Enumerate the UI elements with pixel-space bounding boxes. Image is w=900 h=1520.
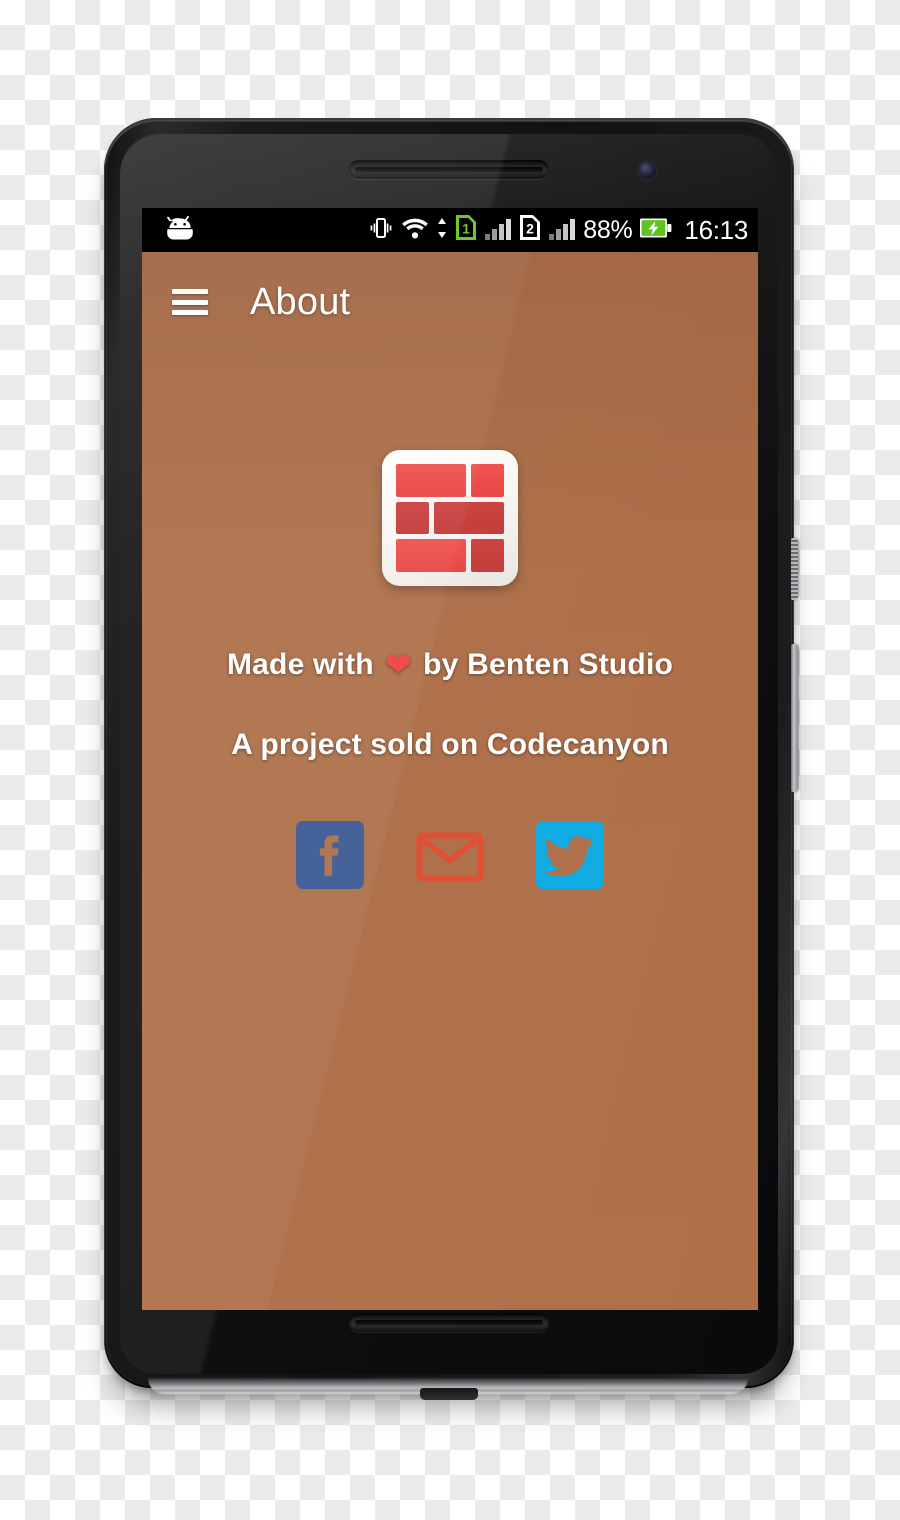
sim1-icon: 1 [455, 214, 477, 246]
email-envelope-icon[interactable] [415, 820, 485, 890]
twitter-bird-icon[interactable] [535, 820, 605, 890]
brick-wall-app-logo [382, 450, 518, 586]
about-screen: About Made with ❤ by Benten Studio A pro… [142, 252, 758, 1310]
brick [433, 501, 504, 535]
menu-bar-1 [172, 289, 208, 294]
android-robot-icon [164, 215, 196, 245]
volume-rocker-button[interactable] [791, 538, 798, 600]
menu-bar-3 [172, 310, 208, 315]
brick [396, 501, 429, 535]
about-content: Made with ❤ by Benten Studio A project s… [142, 450, 758, 890]
page-title: About [250, 280, 351, 323]
svg-text:2: 2 [526, 220, 534, 236]
credit-line: Made with ❤ by Benten Studio [142, 648, 758, 682]
bottom-speaker-slot [355, 1320, 543, 1325]
social-links-row [142, 820, 758, 890]
svg-text:1: 1 [462, 220, 470, 236]
android-status-bar: 1 2 88% 16:13 [142, 208, 758, 252]
credit-prefix-label: Made with [226, 648, 374, 681]
brick [396, 539, 467, 572]
power-button[interactable] [791, 644, 798, 792]
battery-percent-label: 88% [583, 215, 633, 244]
front-camera-icon [639, 162, 656, 179]
logo-brick-row [396, 464, 504, 497]
bottom-speaker-grille [349, 1313, 549, 1332]
heart-icon: ❤ [385, 649, 412, 682]
sim1-signal-bars-icon [484, 215, 512, 246]
battery-charging-icon [639, 216, 673, 245]
brick [471, 464, 504, 497]
phone-usb-port [420, 1388, 478, 1400]
menu-bar-2 [172, 299, 208, 305]
credit-suffix-label: by Benten Studio [423, 648, 674, 681]
facebook-icon[interactable] [295, 820, 365, 890]
earpiece-speaker-grille [349, 160, 549, 179]
hamburger-menu-icon[interactable] [172, 289, 208, 315]
wifi-icon [401, 216, 429, 245]
data-updown-arrows-icon [436, 215, 448, 246]
vibrate-mode-icon [368, 215, 394, 246]
status-bar-clock: 16:13 [684, 215, 748, 245]
brick [396, 464, 467, 497]
sim2-signal-bars-icon [548, 215, 576, 246]
app-toolbar: About [142, 252, 758, 352]
project-info-label: A project sold on Codecanyon [231, 728, 669, 761]
earpiece-slot [355, 167, 543, 172]
logo-brick-row [396, 501, 504, 535]
logo-brick-row [396, 539, 504, 572]
phone-screen: 1 2 88% 16:13 About Made with ❤ by Bente… [142, 208, 758, 1310]
brick [471, 539, 504, 572]
sim2-icon: 2 [519, 214, 541, 246]
